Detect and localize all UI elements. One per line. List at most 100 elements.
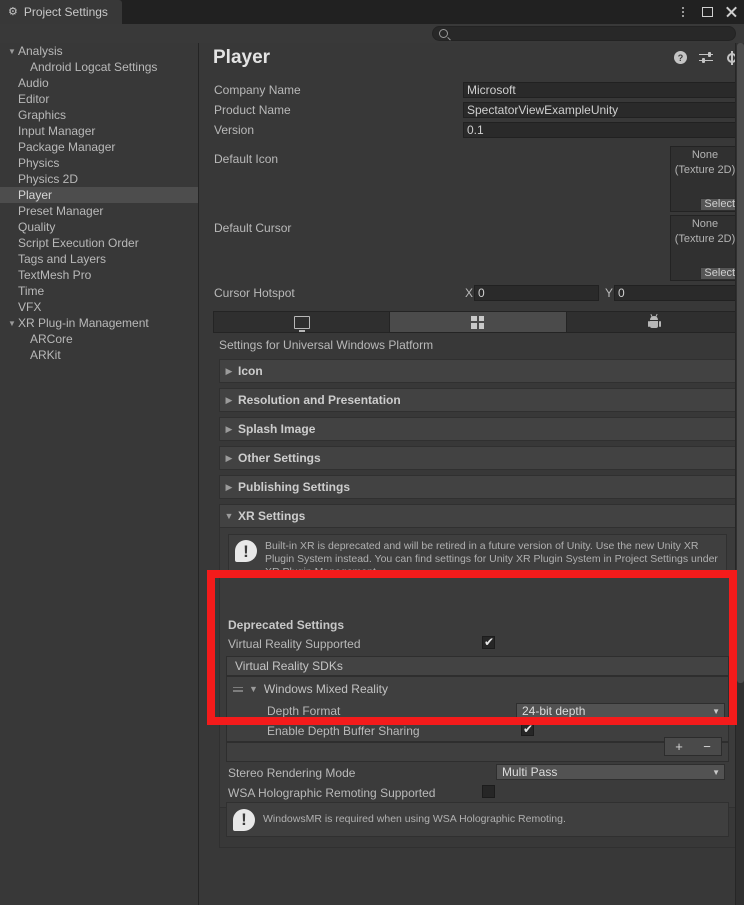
xr-deprecation-warning: ! Built-in XR is deprecated and will be … bbox=[228, 534, 727, 578]
settings-for-label: Settings for Universal Windows Platform bbox=[219, 338, 434, 352]
chevron-down-icon: ▼ bbox=[224, 511, 234, 521]
sidebar-item-audio[interactable]: Audio bbox=[0, 75, 198, 91]
section-publishing-label: Publishing Settings bbox=[238, 480, 351, 494]
sidebar-item-label: Preset Manager bbox=[18, 204, 104, 218]
tab-project-settings[interactable]: ⚙ Project Settings bbox=[0, 0, 122, 24]
close-icon[interactable] bbox=[724, 5, 738, 19]
search-box[interactable] bbox=[432, 26, 736, 41]
row-product-name: Product Name SpectatorViewExampleUnity bbox=[199, 100, 744, 120]
sidebar-item-label: Android Logcat Settings bbox=[30, 60, 158, 74]
wsa-remoting-info-text: WindowsMR is required when using WSA Hol… bbox=[263, 813, 566, 825]
info-icon: ! bbox=[233, 808, 255, 831]
stereo-rendering-mode-label: Stereo Rendering Mode bbox=[228, 766, 356, 780]
stereo-rendering-mode-dropdown[interactable]: Multi Pass ▼ bbox=[496, 764, 725, 780]
sidebar-item-label: Graphics bbox=[18, 108, 67, 122]
settings-sidebar[interactable]: ▼ Analysis Android Logcat Settings Audio Edi… bbox=[0, 43, 199, 905]
sidebar-item-xr-plug-in-management[interactable]: ▼ XR Plug-in Management bbox=[0, 315, 198, 331]
section-splash-label: Splash Image bbox=[238, 422, 316, 436]
sidebar-item-preset-manager[interactable]: Preset Manager bbox=[0, 203, 198, 219]
depth-format-dropdown[interactable]: 24-bit depth ▼ bbox=[516, 703, 725, 719]
tab-standalone[interactable] bbox=[214, 312, 391, 332]
sdk-entry-name: Windows Mixed Reality bbox=[263, 682, 388, 696]
preset-icon[interactable] bbox=[699, 51, 713, 64]
sidebar-item-package-manager[interactable]: Package Manager bbox=[0, 139, 198, 155]
chevron-down-icon[interactable]: ▼ bbox=[249, 684, 258, 694]
default-cursor-value: None bbox=[691, 218, 719, 230]
cursor-hotspot-label: Cursor Hotspot bbox=[214, 286, 295, 300]
wsa-holographic-remoting-checkbox[interactable] bbox=[482, 785, 495, 798]
sidebar-item-label: Player bbox=[18, 188, 53, 202]
gear-icon: ⚙ bbox=[8, 5, 18, 18]
help-icon[interactable]: ? bbox=[674, 51, 687, 64]
row-version: Version 0.1 bbox=[199, 120, 744, 140]
section-other-settings[interactable]: ▶ Other Settings bbox=[219, 446, 736, 470]
sdk-list-add-remove-buttons[interactable]: + − bbox=[664, 737, 722, 756]
sidebar-item-script-execution-order[interactable]: Script Execution Order bbox=[0, 235, 198, 251]
enable-depth-buffer-sharing-checkbox[interactable] bbox=[521, 722, 534, 736]
sidebar-item-label: Quality bbox=[18, 220, 56, 234]
sidebar-item-tags-and-layers[interactable]: Tags and Layers bbox=[0, 251, 198, 267]
sidebar-item-player[interactable]: Player bbox=[0, 187, 198, 203]
sidebar-item-input-manager[interactable]: Input Manager bbox=[0, 123, 198, 139]
product-name-input[interactable]: SpectatorViewExampleUnity bbox=[463, 102, 740, 118]
chevron-right-icon: ▶ bbox=[225, 423, 233, 434]
sidebar-item-android-logcat-settings[interactable]: Android Logcat Settings bbox=[0, 59, 198, 75]
chevron-down-icon[interactable]: ▼ bbox=[6, 319, 18, 328]
tab-uwp[interactable] bbox=[390, 312, 567, 332]
sidebar-item-physics-2d[interactable]: Physics 2D bbox=[0, 171, 198, 187]
sidebar-item-textmesh-pro[interactable]: TextMesh Pro bbox=[0, 267, 198, 283]
cursor-hotspot-x-input[interactable]: 0 bbox=[474, 285, 599, 301]
add-sdk-button[interactable]: + bbox=[675, 739, 683, 754]
remove-sdk-button[interactable]: − bbox=[703, 739, 711, 754]
version-input[interactable]: 0.1 bbox=[463, 122, 740, 138]
sidebar-item-time[interactable]: Time bbox=[0, 283, 198, 299]
section-xr-settings[interactable]: ▼ XR Settings bbox=[219, 504, 736, 528]
row-company-name: Company Name Microsoft bbox=[199, 80, 744, 100]
maximize-icon[interactable] bbox=[700, 5, 714, 19]
section-splash-image[interactable]: ▶ Splash Image bbox=[219, 417, 736, 441]
platform-tabs[interactable] bbox=[213, 311, 743, 333]
wsa-holographic-remoting-label: WSA Holographic Remoting Supported bbox=[228, 786, 436, 800]
section-xr-settings-label: XR Settings bbox=[238, 509, 306, 523]
tab-android[interactable] bbox=[567, 312, 742, 332]
section-publishing-settings[interactable]: ▶ Publishing Settings bbox=[219, 475, 736, 499]
default-cursor-type: (Texture 2D) bbox=[674, 233, 736, 245]
search-input[interactable] bbox=[448, 28, 712, 39]
cursor-hotspot-y-input[interactable]: 0 bbox=[614, 285, 740, 301]
default-icon-object-field[interactable]: None (Texture 2D) Select bbox=[670, 146, 740, 212]
sidebar-item-vfx[interactable]: VFX bbox=[0, 299, 198, 315]
drag-handle-icon[interactable] bbox=[233, 686, 243, 692]
default-icon-value: None bbox=[691, 149, 719, 161]
sidebar-item-arcore[interactable]: ARCore bbox=[0, 331, 198, 347]
section-icon[interactable]: ▶ Icon bbox=[219, 359, 736, 383]
company-name-input[interactable]: Microsoft bbox=[463, 82, 740, 98]
default-icon-select-button[interactable]: Select bbox=[700, 198, 739, 211]
chevron-down-icon[interactable]: ▼ bbox=[6, 47, 18, 56]
sidebar-item-analysis[interactable]: ▼ Analysis bbox=[0, 43, 198, 59]
warning-icon: ! bbox=[235, 540, 257, 562]
sidebar-item-label: ARCore bbox=[30, 332, 73, 346]
search-icon bbox=[439, 29, 448, 38]
title-bar: ⚙ Project Settings bbox=[0, 0, 744, 24]
panel-header-icons: ? bbox=[674, 51, 738, 64]
main-scrollbar[interactable] bbox=[735, 43, 744, 905]
main-scrollbar-thumb[interactable] bbox=[737, 43, 744, 683]
default-cursor-object-field[interactable]: None (Texture 2D) Select bbox=[670, 215, 740, 281]
sidebar-item-graphics[interactable]: Graphics bbox=[0, 107, 198, 123]
chevron-right-icon: ▶ bbox=[225, 394, 233, 405]
chevron-right-icon: ▶ bbox=[225, 452, 233, 463]
default-cursor-select-button[interactable]: Select bbox=[700, 267, 739, 280]
virtual-reality-supported-checkbox[interactable] bbox=[482, 635, 495, 649]
sidebar-item-arkit[interactable]: ARKit bbox=[0, 347, 198, 363]
version-label: Version bbox=[214, 123, 255, 137]
sdk-entry-windows-mixed-reality[interactable]: ▼ Windows Mixed Reality Depth Format 24-… bbox=[226, 676, 729, 742]
sidebar-item-label: Physics bbox=[18, 156, 60, 170]
sidebar-item-label: XR Plug-in Management bbox=[18, 316, 149, 330]
sidebar-item-physics[interactable]: Physics bbox=[0, 155, 198, 171]
section-resolution-and-presentation[interactable]: ▶ Resolution and Presentation bbox=[219, 388, 736, 412]
sidebar-item-quality[interactable]: Quality bbox=[0, 219, 198, 235]
window-controls bbox=[676, 0, 738, 24]
kebab-menu-icon[interactable] bbox=[676, 5, 690, 19]
deprecated-settings-label: Deprecated Settings bbox=[228, 618, 345, 632]
sidebar-item-editor[interactable]: Editor bbox=[0, 91, 198, 107]
